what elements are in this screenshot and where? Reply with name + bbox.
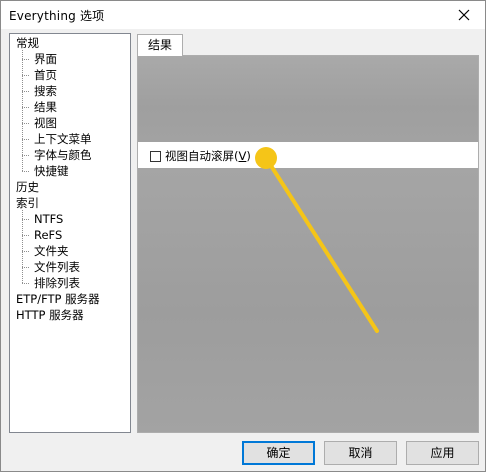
ok-button[interactable]: 确定 — [242, 441, 315, 465]
tree-item-14[interactable]: 文件夹 — [34, 243, 69, 259]
cancel-button[interactable]: 取消 — [324, 441, 397, 465]
close-button[interactable] — [443, 1, 485, 29]
tree-item-7[interactable]: 上下文菜单 — [34, 131, 92, 147]
settings-tree[interactable]: 常规 界面 首页 搜索 结果 视图 上下文菜单 字体与颜色 快捷键 历史 索引 NTFS ReFS 文件夹… — [9, 33, 131, 433]
tree-item-11[interactable]: 索引 — [16, 195, 39, 211]
tree-guide — [22, 59, 29, 60]
tree-item-4[interactable]: 搜索 — [34, 83, 57, 99]
tree-guide — [22, 267, 29, 268]
tree-guide — [22, 219, 29, 220]
tree-guide — [22, 283, 29, 284]
tree-item-13[interactable]: ReFS — [34, 227, 62, 243]
tree-guide — [22, 155, 29, 156]
tree-guide — [22, 123, 29, 124]
apply-button[interactable]: 应用 — [406, 441, 479, 465]
tree-item-3[interactable]: 首页 — [34, 67, 57, 83]
auto-scroll-checkbox[interactable] — [150, 150, 161, 162]
tab-results-label: 结果 — [147, 38, 172, 52]
auto-scroll-label: 视图自动滚屏(V) — [165, 149, 251, 163]
tree-item-18[interactable]: HTTP 服务器 — [16, 307, 84, 323]
tree-item-8[interactable]: 字体与颜色 — [34, 147, 92, 163]
title-bar: Everything 选项 — [1, 1, 485, 29]
tree-guide — [22, 210, 23, 283]
tree-guide — [22, 235, 29, 236]
window-title: Everything 选项 — [9, 9, 105, 23]
tree-guide — [22, 139, 29, 140]
tree-guide — [22, 107, 29, 108]
tree-item-10[interactable]: 历史 — [16, 179, 39, 195]
close-icon — [458, 9, 470, 21]
cancel-button-label: 取消 — [348, 446, 373, 460]
tree-guide — [22, 91, 29, 92]
tree-item-2[interactable]: 界面 — [34, 51, 57, 67]
tree-guide — [22, 171, 29, 172]
results-tab-panel: 视图自动滚屏(V) — [137, 55, 479, 433]
tree-item-6[interactable]: 视图 — [34, 115, 57, 131]
tree-guide — [22, 50, 23, 171]
tree-item-15[interactable]: 文件列表 — [34, 259, 80, 275]
tree-item-1[interactable]: 常规 — [16, 35, 39, 51]
options-dialog: Everything 选项 常规 界面 首页 搜索 结果 视图 上下文菜单 字体与颜色 快捷键历… — [0, 0, 486, 472]
tree-item-12[interactable]: NTFS — [34, 211, 63, 227]
auto-scroll-option[interactable]: 视图自动滚屏(V) — [150, 148, 251, 164]
apply-button-label: 应用 — [430, 446, 455, 460]
dimmed-overlay-top — [138, 56, 478, 142]
ok-button-label: 确定 — [266, 446, 291, 460]
tree-guide — [22, 251, 29, 252]
tree-item-9[interactable]: 快捷键 — [34, 163, 69, 179]
tree-item-16[interactable]: 排除列表 — [34, 275, 80, 291]
dimmed-overlay-bottom — [138, 168, 478, 432]
tree-guide — [22, 75, 29, 76]
tab-results[interactable]: 结果 — [137, 34, 183, 56]
tree-item-5[interactable]: 结果 — [34, 99, 57, 115]
tree-item-17[interactable]: ETP/FTP 服务器 — [16, 291, 100, 307]
